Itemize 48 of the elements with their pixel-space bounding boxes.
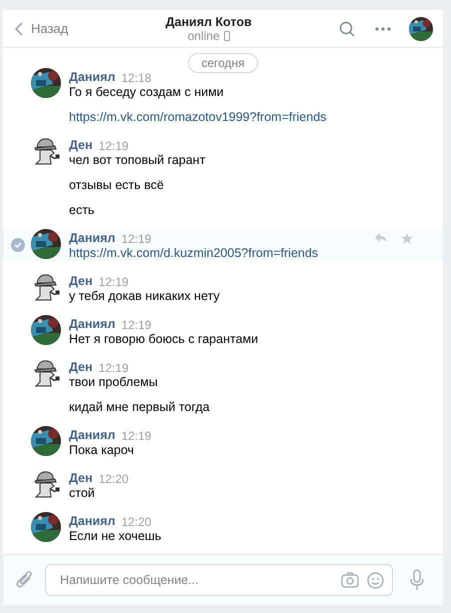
message-time: 12:19 xyxy=(98,274,129,288)
star-icon[interactable] xyxy=(401,233,413,244)
phone-icon xyxy=(224,30,230,40)
message-link[interactable]: https://m.vk.com/romazotov1999?from=friends xyxy=(69,110,413,125)
message-time: 12:19 xyxy=(98,138,129,152)
message-input[interactable]: Напишите сообщение... xyxy=(58,572,333,588)
author-name[interactable]: Даниял xyxy=(69,231,116,246)
author-name[interactable]: Даниял xyxy=(69,70,116,85)
message-text: твои проблемы xyxy=(69,375,159,390)
message-time: 12:20 xyxy=(121,514,152,528)
back-link[interactable]: Назад xyxy=(15,21,68,36)
emoji-icon[interactable] xyxy=(367,572,384,588)
message-text: стой xyxy=(69,486,96,501)
more-button[interactable] xyxy=(375,26,391,30)
back-icon[interactable] xyxy=(15,22,23,36)
author-name[interactable]: Ден xyxy=(69,471,93,486)
message-text: у тебя докав никаких нету xyxy=(69,289,221,304)
microphone-icon[interactable] xyxy=(409,569,425,591)
message-text: отзывы есть всё xyxy=(69,178,165,193)
chat-title: Даниял Котов xyxy=(166,14,252,28)
message-time: 12:19 xyxy=(121,318,152,332)
author-name[interactable]: Ден xyxy=(69,360,93,375)
message-text: Го я беседу создам с ними xyxy=(69,85,225,100)
message-time: 12:19 xyxy=(121,428,152,442)
reply-icon[interactable] xyxy=(375,233,387,243)
online-status: online xyxy=(188,28,220,42)
message-text: есть xyxy=(69,203,96,218)
message-field[interactable]: Напишите сообщение... xyxy=(45,564,393,596)
date-divider: сегодня xyxy=(188,53,258,73)
message-time: 12:19 xyxy=(98,360,129,374)
message-text: Пока кароч xyxy=(69,443,135,458)
author-name[interactable]: Ден xyxy=(69,138,93,153)
message-time: 12:20 xyxy=(98,472,129,486)
author-name[interactable]: Ден xyxy=(69,274,93,289)
message-link[interactable]: https://m.vk.com/d.kuzmin2005?from=friends xyxy=(69,246,375,261)
message-text: кидай мне первый тогда xyxy=(69,400,211,415)
camera-icon[interactable] xyxy=(341,572,359,588)
search-button[interactable] xyxy=(339,20,355,36)
author-name[interactable]: Даниял xyxy=(69,514,116,529)
message-time: 12:18 xyxy=(121,70,152,84)
attach-icon[interactable] xyxy=(15,570,35,590)
message-text: Если не хочешь xyxy=(69,529,162,544)
check-icon[interactable] xyxy=(11,238,25,252)
author-name[interactable]: Даниял xyxy=(69,317,116,332)
message-text: чел вот топовый гарант xyxy=(69,153,206,168)
message-time: 12:19 xyxy=(121,232,152,246)
author-name[interactable]: Даниял xyxy=(69,428,116,443)
message-text: Нет я говорю боюсь с гарантами xyxy=(69,332,260,347)
